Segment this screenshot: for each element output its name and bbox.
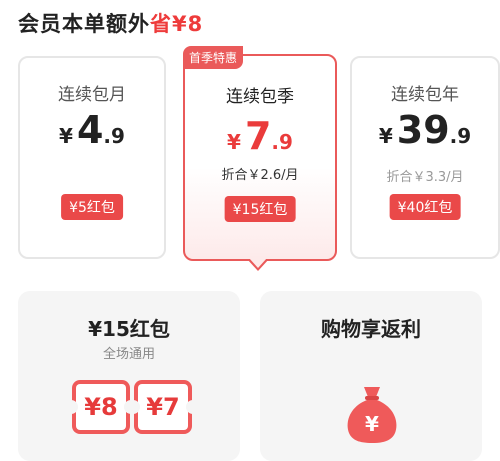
coupon-badge: ¥40红包 — [389, 194, 461, 220]
coupon-value: ¥7 — [138, 384, 188, 430]
currency-symbol: ¥ — [378, 124, 393, 148]
coupon-ticket: ¥8 — [70, 380, 132, 434]
plan-price: ¥39.9 — [352, 108, 498, 152]
coupon-badge: ¥15红包 — [224, 196, 296, 222]
price-decimal: .9 — [103, 124, 125, 148]
coupon-badge: ¥5红包 — [61, 194, 123, 220]
plan-name: 连续包月 — [58, 85, 126, 105]
benefit-title: 购物享返利 — [321, 317, 421, 341]
selected-pointer-inner — [249, 258, 267, 268]
redpacket-benefit-card: ¥15红包 全场通用 — [18, 291, 240, 461]
currency-symbol: ¥ — [59, 124, 73, 148]
svg-text:¥: ¥ — [365, 412, 379, 436]
price-integer: 7 — [244, 114, 272, 158]
title-text: 会员本单额外 — [18, 12, 150, 36]
coupon-value: ¥8 — [76, 384, 126, 430]
monthly-equivalent: 折合￥3.3/月 — [386, 170, 464, 185]
price-integer: 39 — [396, 108, 450, 152]
price-integer: 4 — [76, 108, 104, 152]
coupon-ticket: ¥7 — [132, 380, 194, 434]
benefit-subtitle: 全场通用 — [102, 347, 155, 362]
money-bag-icon: ¥ — [343, 383, 401, 447]
plan-price: ¥7.9 — [185, 114, 335, 158]
price-decimal: .9 — [449, 124, 472, 148]
monthly-equivalent: 折合￥2.6/月 — [221, 168, 299, 183]
title-highlight: 省¥8 — [150, 12, 204, 36]
plan-name: 连续包季 — [226, 87, 294, 107]
currency-symbol: ¥ — [227, 130, 241, 154]
plan-yearly-card[interactable]: 连续包年 ¥39.9 折合￥3.3/月 ¥40红包 — [350, 56, 500, 259]
promo-tag: 首季特惠 — [183, 46, 244, 69]
plan-price: ¥4.9 — [20, 108, 164, 152]
benefit-title: ¥15红包 — [88, 317, 170, 341]
plan-monthly-card[interactable]: 连续包月 ¥4.9 ¥5红包 — [18, 56, 166, 259]
plan-quarterly-card[interactable]: 连续包季 ¥7.9 折合￥2.6/月 ¥15红包 — [183, 54, 337, 261]
plan-name: 连续包年 — [391, 85, 459, 105]
page-title: 会员本单额外省¥8 — [18, 8, 203, 38]
price-decimal: .9 — [271, 130, 293, 154]
